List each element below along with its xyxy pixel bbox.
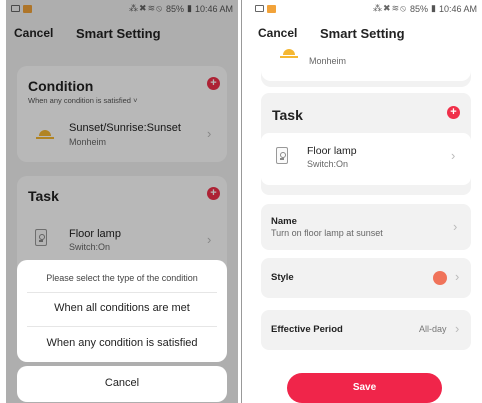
divider bbox=[27, 292, 217, 293]
condition-type-sheet: Please select the type of the condition … bbox=[17, 260, 227, 362]
chevron-right-icon: › bbox=[453, 219, 458, 234]
task-item-state: Switch:On bbox=[307, 159, 349, 169]
add-task-button[interactable]: + bbox=[447, 106, 460, 119]
condition-item-location: Monheim bbox=[309, 56, 347, 66]
chevron-right-icon: › bbox=[455, 321, 460, 336]
status-bar: ⁂✖≋⦸ 85% ▮ 10:46 AM bbox=[250, 0, 482, 17]
condition-card-bottom: Monheim bbox=[261, 47, 471, 81]
clock: 10:46 AM bbox=[438, 3, 477, 14]
option-all-conditions[interactable]: When all conditions are met bbox=[17, 302, 227, 314]
chevron-right-icon: › bbox=[455, 269, 460, 284]
save-button[interactable]: Save bbox=[287, 373, 442, 403]
app-notification-icon bbox=[267, 4, 276, 13]
style-label: Style bbox=[271, 272, 294, 283]
name-value: Turn on floor lamp at sunset bbox=[271, 228, 383, 238]
style-color-swatch bbox=[433, 271, 447, 285]
smart-plug-icon bbox=[276, 147, 288, 164]
chevron-right-icon: › bbox=[451, 148, 456, 163]
effective-period-value: All-day bbox=[419, 324, 447, 334]
sunset-icon bbox=[280, 47, 298, 59]
style-row[interactable]: Style › bbox=[261, 258, 471, 298]
page-title: Smart Setting bbox=[320, 25, 405, 41]
screen-divider bbox=[241, 0, 242, 403]
battery-level: 85% bbox=[410, 3, 429, 14]
status-system: ⁂✖≋⦸ 85% ▮ 10:46 AM bbox=[373, 3, 477, 14]
condition-card-tail: Monheim bbox=[261, 47, 471, 87]
task-title: Task bbox=[272, 107, 303, 123]
top-bar: Cancel Smart Setting bbox=[250, 17, 482, 49]
option-any-condition[interactable]: When any condition is satisfied bbox=[17, 337, 227, 349]
task-item[interactable]: Floor lamp Switch:On › bbox=[261, 133, 471, 185]
task-panel: Task + Floor lamp Switch:On › bbox=[261, 93, 471, 195]
effective-period-row[interactable]: Effective Period All-day › bbox=[261, 310, 471, 350]
sheet-prompt: Please select the type of the condition bbox=[46, 273, 198, 283]
status-notifications bbox=[255, 4, 276, 13]
sheet-cancel-panel: Cancel bbox=[17, 366, 227, 402]
divider bbox=[27, 326, 217, 327]
cancel-link[interactable]: Cancel bbox=[258, 26, 297, 40]
task-item-title: Floor lamp bbox=[307, 145, 357, 157]
name-row[interactable]: Name Turn on floor lamp at sunset › bbox=[261, 204, 471, 250]
effective-period-label: Effective Period bbox=[271, 324, 343, 335]
system-status-icons: ⁂✖≋⦸ bbox=[373, 3, 407, 13]
sheet-cancel-button[interactable]: Cancel bbox=[17, 377, 227, 389]
name-label: Name bbox=[271, 216, 297, 227]
battery-icon: ▮ bbox=[431, 3, 436, 13]
image-notification-icon bbox=[255, 5, 264, 12]
left-screen: ⁂✖≋⦸ 85% ▮ 10:46 AM Cancel Smart Setting… bbox=[6, 0, 238, 403]
right-screen: ⁂✖≋⦸ 85% ▮ 10:46 AM Cancel Smart Setting… bbox=[250, 0, 482, 403]
